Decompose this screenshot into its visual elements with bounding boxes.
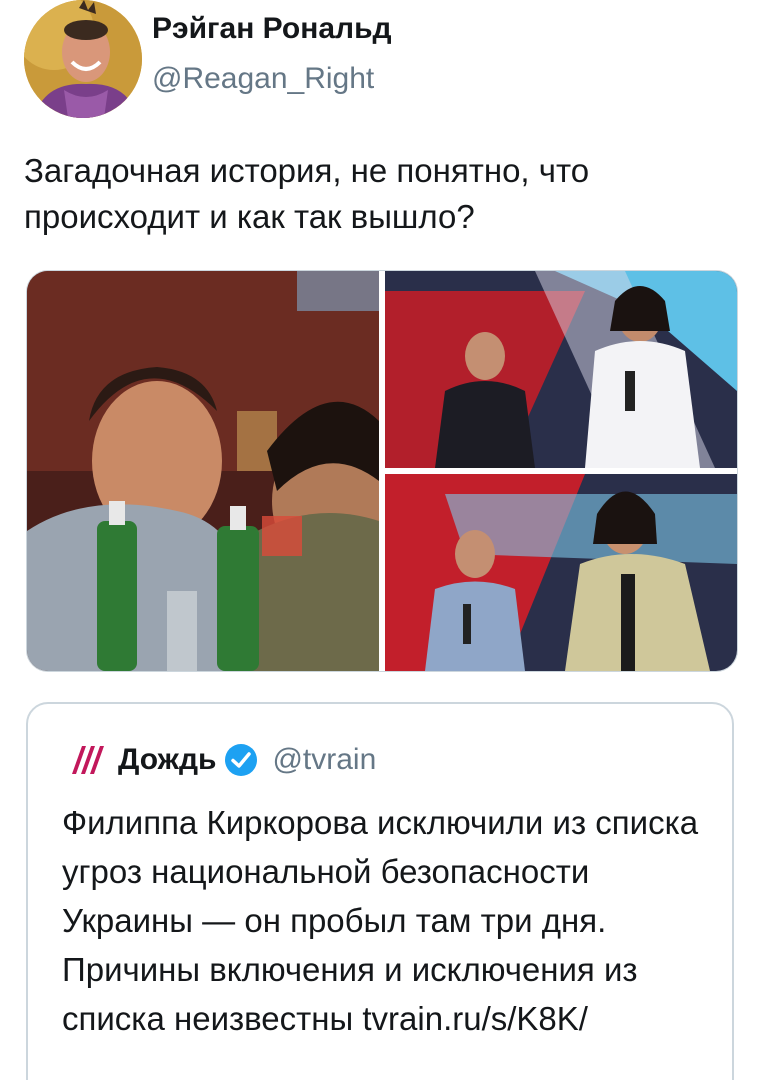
media-photo-1[interactable] (27, 271, 379, 671)
rain-logo-icon (72, 746, 104, 774)
quoted-tweet-card[interactable]: Дождь @tvrain Филиппа Киркорова исключил… (26, 702, 734, 1080)
quoted-tweet-text: Филиппа Киркорова исключили из списка уг… (62, 804, 699, 1037)
media-photo-2[interactable] (385, 271, 737, 468)
tweet-text: Загадочная история, не понятно, что прои… (24, 152, 590, 235)
media-grid[interactable] (26, 270, 738, 672)
tweet[interactable]: Рэйган Рональд @Reagan_Right Загадочная … (0, 0, 759, 1080)
avatar[interactable] (24, 0, 142, 118)
media-photo-3[interactable] (385, 474, 737, 671)
quoted-tweet-header: Дождь @tvrain (64, 738, 376, 782)
author-display-name[interactable]: Рэйган Рональд (152, 12, 392, 46)
verified-badge-icon (225, 744, 258, 776)
author-handle[interactable]: @Reagan_Right (152, 62, 374, 96)
quoted-handle[interactable]: @tvrain (272, 743, 376, 777)
avatar-image (24, 0, 142, 118)
quoted-display-name[interactable]: Дождь (118, 743, 216, 777)
